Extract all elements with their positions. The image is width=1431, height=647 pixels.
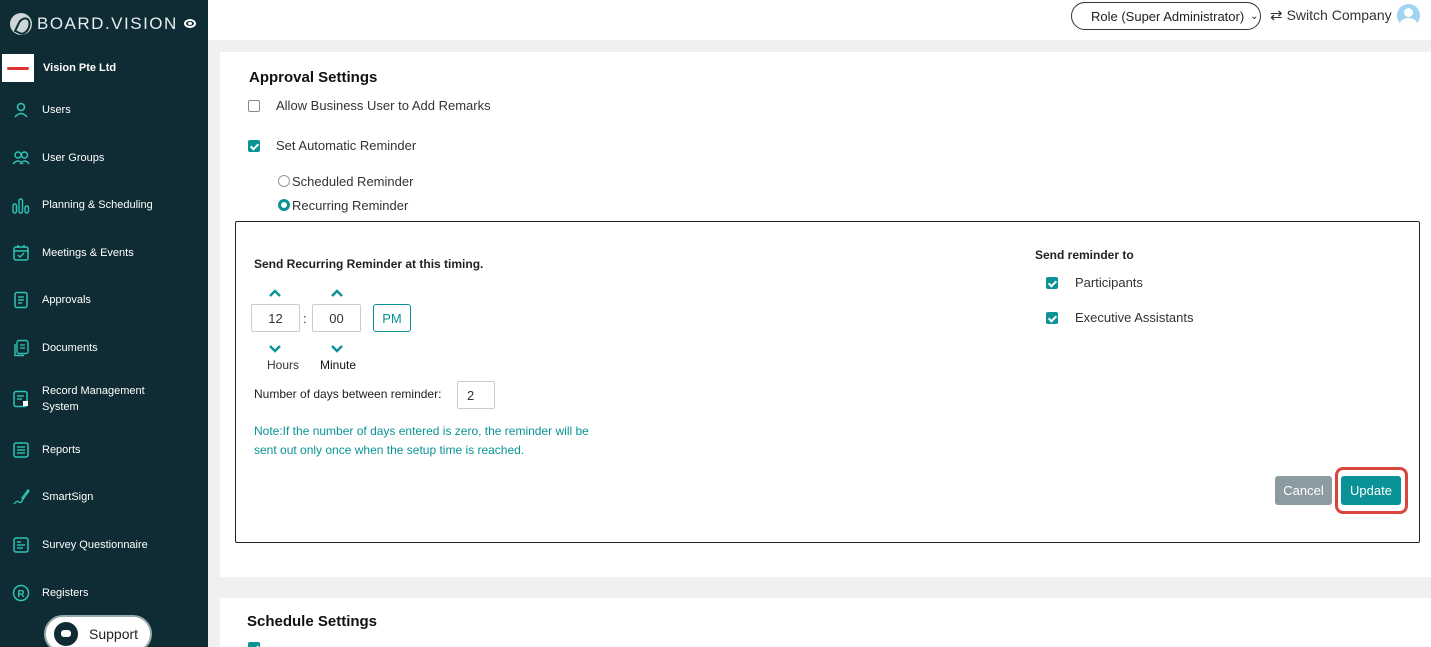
sidebar: BOARD.VISION Vision Pte Ltd Users User G… — [0, 0, 208, 647]
auto-reminder-label: Set Automatic Reminder — [276, 138, 417, 153]
cancel-button[interactable]: Cancel — [1275, 476, 1332, 505]
sidebar-item-label: Users — [42, 104, 71, 116]
sidebar-item-planning-scheduling[interactable]: Planning & Scheduling — [0, 196, 208, 214]
sidebar-item-survey[interactable]: Survey Questionnaire — [0, 536, 208, 554]
brand-logo[interactable]: BOARD.VISION — [10, 10, 178, 38]
chat-icon — [54, 622, 78, 646]
switch-company-label: Switch Company — [1286, 7, 1392, 23]
time-separator: : — [303, 311, 307, 326]
role-select[interactable]: Role (Super Administrator) ⌄ — [1071, 2, 1261, 30]
company-selector[interactable]: Vision Pte Ltd — [0, 52, 208, 84]
user-group-icon — [12, 149, 30, 167]
minutes-down-chevron-icon[interactable] — [330, 341, 344, 353]
allow-remarks-checkbox[interactable] — [248, 100, 260, 112]
minute-label: Minute — [320, 358, 357, 372]
recurring-reminder-label: Recurring Reminder — [292, 198, 409, 213]
chevron-down-icon: ⌄ — [1250, 10, 1259, 22]
sidebar-item-user-groups[interactable]: User Groups — [0, 149, 208, 167]
signature-pen-icon — [12, 488, 30, 506]
participants-checkbox[interactable] — [1046, 277, 1058, 289]
scheduled-reminder-radio[interactable] — [278, 175, 290, 187]
calendar-icon — [12, 244, 30, 262]
schedule-auto-reminder-checkbox[interactable] — [248, 642, 260, 647]
report-icon — [12, 441, 30, 459]
auto-reminder-checkbox[interactable] — [248, 140, 260, 152]
hours-up-chevron-icon[interactable] — [268, 285, 282, 297]
participants-label: Participants — [1075, 275, 1143, 290]
company-logo — [2, 54, 34, 82]
sidebar-item-approvals[interactable]: Approvals — [0, 291, 208, 309]
company-name: Vision Pte Ltd — [43, 62, 117, 74]
sidebar-item-label: Record Management System — [42, 385, 145, 413]
sidebar-item-documents[interactable]: Documents — [0, 339, 208, 357]
sidebar-item-label: Planning & Scheduling — [42, 199, 153, 211]
sidebar-item-label: Reports — [42, 444, 81, 456]
brand-mark-icon — [10, 13, 32, 35]
hours-input[interactable]: 12 — [251, 304, 300, 332]
executive-assistants-label: Executive Assistants — [1075, 310, 1194, 325]
eye-icon[interactable] — [184, 19, 196, 28]
schedule-settings-card — [220, 598, 1431, 647]
sidebar-item-label: SmartSign — [42, 491, 94, 503]
sidebar-item-label: Survey Questionnaire — [42, 539, 148, 551]
sidebar-item-reports[interactable]: Reports — [0, 441, 208, 459]
document-list-icon — [12, 291, 30, 309]
record-management-icon — [12, 390, 30, 408]
approval-settings-title: Approval Settings — [249, 69, 378, 86]
days-input[interactable]: 2 — [457, 381, 495, 409]
minutes-up-chevron-icon[interactable] — [330, 285, 344, 297]
scheduled-reminder-label: Scheduled Reminder — [292, 174, 414, 189]
hours-down-chevron-icon[interactable] — [268, 341, 282, 353]
user-icon — [12, 101, 30, 119]
sidebar-item-label: Approvals — [42, 294, 91, 306]
ampm-toggle[interactable]: PM — [373, 304, 411, 332]
sidebar-item-users[interactable]: Users — [0, 101, 208, 119]
sidebar-item-registers[interactable]: R Registers — [0, 584, 208, 602]
days-label: Number of days between reminder: — [254, 387, 442, 401]
timing-title: Send Recurring Reminder at this timing. — [254, 257, 484, 271]
switch-company-button[interactable]: ⇄ Switch Company — [1270, 6, 1392, 24]
sidebar-item-label: Registers — [42, 587, 89, 599]
top-header: Role (Super Administrator) ⌄ ⇄ Switch Co… — [208, 0, 1431, 40]
sidebar-item-meetings-events[interactable]: Meetings & Events — [0, 244, 208, 262]
svg-text:R: R — [17, 589, 25, 600]
sidebar-item-record-management[interactable]: Record Management System — [0, 383, 208, 415]
support-button[interactable]: Support — [44, 615, 152, 647]
reminder-note: Note:If the number of days entered is ze… — [254, 424, 589, 457]
executive-assistants-checkbox[interactable] — [1046, 312, 1058, 324]
support-label: Support — [89, 626, 139, 642]
sidebar-item-label: Documents — [42, 342, 98, 354]
sidebar-item-smartsign[interactable]: SmartSign — [0, 488, 208, 506]
role-label: Role (Super Administrator) — [1091, 8, 1245, 24]
minutes-input[interactable]: 00 — [312, 304, 361, 332]
bar-chart-icon — [12, 196, 30, 214]
sidebar-item-label: Meetings & Events — [42, 247, 134, 259]
sidebar-item-label: User Groups — [42, 152, 105, 164]
hours-label: Hours — [267, 358, 300, 372]
registered-icon: R — [12, 584, 30, 602]
documents-icon — [12, 339, 30, 357]
avatar[interactable] — [1397, 4, 1420, 27]
allow-remarks-label: Allow Business User to Add Remarks — [276, 98, 491, 113]
schedule-settings-title: Schedule Settings — [247, 613, 378, 630]
update-button[interactable]: Update — [1341, 476, 1401, 505]
brand-name: BOARD.VISION — [37, 14, 178, 33]
send-to-title: Send reminder to — [1035, 248, 1134, 262]
swap-icon: ⇄ — [1270, 7, 1283, 24]
recurring-reminder-radio[interactable] — [278, 199, 290, 211]
survey-icon — [12, 536, 30, 554]
